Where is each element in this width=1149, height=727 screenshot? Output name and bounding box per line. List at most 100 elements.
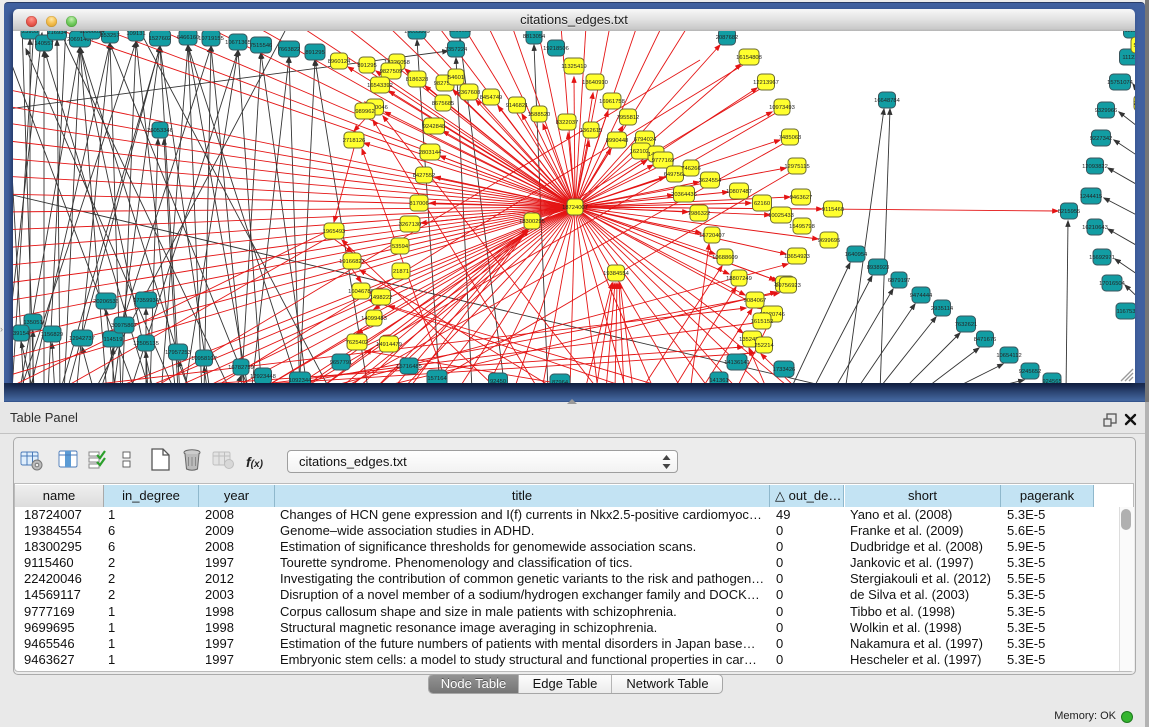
svg-text:7485063: 7485063 — [779, 135, 802, 141]
svg-text:15716485: 15716485 — [396, 364, 422, 370]
svg-text:7515546: 7515546 — [250, 43, 273, 49]
svg-text:9115460: 9115460 — [822, 207, 844, 213]
svg-text:6794024: 6794024 — [634, 137, 657, 143]
svg-text:3624554: 3624554 — [699, 178, 722, 184]
svg-text:252214: 252214 — [754, 343, 774, 349]
svg-text:16154808: 16154808 — [736, 55, 762, 61]
svg-text:924565: 924565 — [1042, 379, 1061, 383]
svg-text:8215955: 8215955 — [1058, 209, 1081, 215]
svg-text:19166827: 19166827 — [339, 259, 365, 265]
svg-text:10807487: 10807487 — [726, 189, 752, 195]
svg-text:8990448: 8990448 — [606, 138, 629, 144]
svg-text:15720407: 15720407 — [699, 233, 725, 239]
svg-text:13654923: 13654923 — [784, 254, 810, 260]
svg-text:20206536: 20206536 — [93, 299, 119, 305]
svg-text:19756923: 19756923 — [775, 283, 801, 289]
svg-text:7663822: 7663822 — [278, 47, 301, 53]
svg-text:87964: 87964 — [552, 380, 569, 383]
svg-text:16782759: 16782759 — [228, 365, 254, 371]
svg-text:1362615: 1362615 — [580, 128, 603, 134]
svg-text:157164: 157164 — [427, 376, 447, 382]
svg-text:109131: 109131 — [126, 31, 145, 37]
svg-text:1588520: 1588520 — [528, 112, 551, 118]
svg-text:7955812: 7955812 — [617, 115, 640, 121]
svg-text:5221: 5221 — [1134, 43, 1135, 49]
svg-text:17359934: 17359934 — [133, 298, 160, 304]
svg-text:114519: 114519 — [104, 337, 123, 343]
svg-text:7625402: 7625402 — [346, 340, 369, 346]
svg-text:8938923: 8938923 — [867, 265, 890, 271]
svg-text:817006: 817006 — [409, 201, 428, 207]
svg-text:1733426: 1733426 — [773, 367, 796, 373]
svg-text:14914479: 14914479 — [376, 342, 402, 348]
svg-text:7986322: 7986322 — [688, 211, 711, 217]
svg-text:9245652: 9245652 — [1019, 369, 1042, 375]
svg-text:10719155: 10719155 — [198, 36, 224, 42]
svg-text:10958107: 10958107 — [191, 356, 217, 362]
svg-text:989962: 989962 — [355, 109, 374, 115]
svg-text:9777169: 9777169 — [652, 158, 675, 164]
svg-text:15495798: 15495798 — [789, 224, 815, 230]
svg-text:1640954: 1640954 — [845, 252, 868, 258]
svg-text:21871: 21871 — [393, 269, 409, 275]
svg-text:92450: 92450 — [490, 379, 506, 383]
svg-text:1615152: 1615152 — [751, 319, 774, 325]
svg-text:1156829: 1156829 — [41, 332, 63, 338]
svg-text:141361: 141361 — [709, 378, 728, 383]
svg-text:12213967: 12213967 — [753, 80, 779, 86]
svg-text:746266: 746266 — [681, 166, 700, 172]
svg-text:12975115: 12975115 — [784, 164, 809, 170]
svg-text:8427552: 8427552 — [413, 173, 436, 179]
svg-text:6879197: 6879197 — [888, 278, 911, 284]
svg-text:8322037: 8322037 — [556, 120, 579, 126]
svg-text:12942737: 12942737 — [69, 336, 95, 342]
svg-text:1092344: 1092344 — [289, 378, 312, 383]
svg-text:11866024: 11866024 — [79, 31, 105, 35]
svg-text:10654112: 10654112 — [996, 353, 1021, 359]
svg-text:12093822: 12093822 — [1082, 164, 1108, 170]
svg-text:11325419: 11325419 — [561, 64, 586, 70]
svg-text:16961758: 16961758 — [599, 99, 625, 105]
svg-text:15751074: 15751074 — [1107, 80, 1134, 86]
svg-text:2367608: 2367608 — [458, 90, 481, 96]
svg-text:8471676: 8471676 — [974, 337, 997, 343]
svg-text:17016504: 17016504 — [1099, 281, 1126, 287]
svg-text:39154: 39154 — [13, 331, 30, 337]
svg-text:16210643: 16210643 — [1082, 225, 1108, 231]
svg-text:18724007: 18724007 — [562, 205, 588, 211]
svg-text:9463627: 9463627 — [790, 195, 813, 201]
svg-text:9474444: 9474444 — [910, 293, 933, 299]
svg-text:13640910: 13640910 — [582, 80, 608, 86]
svg-text:11122: 11122 — [1124, 31, 1135, 34]
svg-text:14099483: 14099483 — [361, 316, 387, 322]
svg-text:7357224: 7357224 — [445, 47, 468, 53]
svg-text:7632621: 7632621 — [955, 322, 978, 328]
svg-text:15692971: 15692971 — [1089, 255, 1115, 261]
svg-text:54601: 54601 — [448, 75, 464, 81]
svg-text:16053809: 16053809 — [404, 31, 430, 35]
svg-text:9827509: 9827509 — [380, 69, 403, 75]
svg-text:17957253: 17957253 — [165, 350, 191, 356]
svg-text:18300295: 18300295 — [519, 219, 545, 225]
svg-text:30975867: 30975867 — [111, 323, 137, 329]
svg-text:140557: 140557 — [34, 41, 53, 47]
svg-text:216934: 216934 — [47, 31, 67, 36]
svg-text:9657791: 9657791 — [330, 360, 353, 366]
svg-text:11122: 11122 — [1122, 55, 1135, 61]
svg-text:53594: 53594 — [392, 244, 409, 250]
svg-text:9699695: 9699695 — [818, 238, 841, 244]
svg-text:12923448: 12923448 — [250, 374, 276, 380]
svg-text:16543392: 16543392 — [367, 83, 393, 89]
svg-text:6466160: 6466160 — [177, 35, 200, 41]
svg-text:116753: 116753 — [1117, 309, 1135, 315]
svg-text:8675685: 8675685 — [432, 101, 455, 107]
svg-text:9084067: 9084067 — [744, 298, 767, 304]
svg-text:20364436: 20364436 — [671, 192, 697, 198]
svg-text:8186328: 8186328 — [406, 77, 429, 83]
svg-text:1498222: 1498222 — [370, 295, 393, 301]
svg-text:8960124: 8960124 — [328, 59, 351, 65]
svg-text:9227342: 9227342 — [1090, 136, 1113, 142]
svg-text:19384554: 19384554 — [603, 271, 630, 277]
svg-text:6061658: 6061658 — [449, 31, 472, 34]
svg-text:891295: 891295 — [305, 50, 324, 56]
